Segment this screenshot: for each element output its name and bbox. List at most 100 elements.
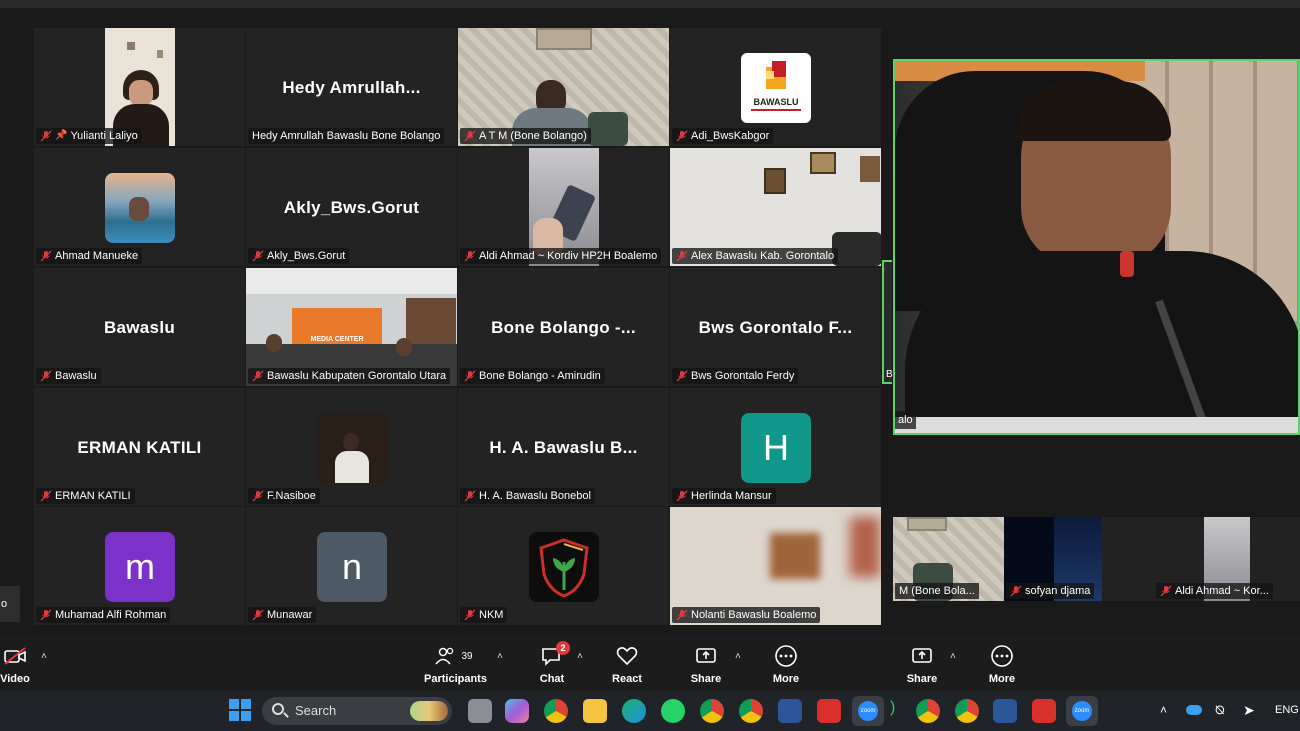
participant-tile[interactable]: Hedy Amrullah... Hedy Amrullah Bawaslu B… [246, 28, 457, 146]
share-button-secondary[interactable]: Share [904, 644, 940, 685]
windows-taskbar: Search zoom ) zoom ˄ ⦰ ➤ ENG [0, 691, 1300, 731]
more-button[interactable]: More [770, 644, 802, 685]
taskbar-search-input[interactable]: Search [262, 697, 452, 725]
muted-mic-icon [464, 609, 476, 621]
chat-caret-icon[interactable]: ˄ [577, 651, 583, 662]
strip-name: sofyan djama [1025, 585, 1091, 597]
participant-name: Herlinda Mansur [691, 490, 772, 502]
copilot-icon[interactable] [505, 699, 529, 723]
share-label-secondary: Share [906, 673, 938, 685]
participant-name-tag: Hedy Amrullah Bawaslu Bone Bolango [248, 128, 445, 144]
muted-mic-icon [252, 490, 264, 502]
chevron-icon[interactable]: ) [890, 699, 898, 723]
zoom-taskbar-button[interactable]: zoom [852, 696, 884, 726]
share-caret-icon-secondary[interactable]: ˄ [950, 651, 956, 662]
heart-icon [610, 644, 644, 668]
video-options-caret-icon[interactable]: ˄ [41, 651, 47, 662]
participant-name-tag: Bawaslu [36, 368, 101, 384]
task-view-icon[interactable] [468, 699, 492, 723]
chrome-profile-icon[interactable] [955, 699, 979, 723]
participant-tile[interactable]: NKM [458, 507, 669, 625]
acrobat-icon[interactable] [1032, 699, 1056, 723]
participant-tile[interactable]: 📌 Yulianti Laliyo [34, 28, 245, 146]
react-button[interactable]: React [610, 644, 644, 685]
word-icon[interactable] [993, 699, 1017, 723]
participant-name: NKM [479, 609, 504, 621]
participants-label: Participants [424, 673, 487, 685]
participant-tile[interactable]: H Herlinda Mansur [670, 388, 881, 506]
strip-tile[interactable]: M (Bone Bola... [893, 517, 1004, 601]
participant-tile[interactable]: n Munawar [246, 507, 457, 625]
share-label: Share [690, 673, 722, 685]
location-arrow-icon[interactable]: ➤ [1243, 702, 1255, 719]
participant-name: Muhamad Alfi Rohman [55, 609, 167, 621]
share-button[interactable]: Share [688, 644, 724, 685]
participant-avatar-photo [317, 413, 387, 483]
participant-tile[interactable]: m Muhamad Alfi Rohman [34, 507, 245, 625]
participant-name: Bawaslu [55, 370, 97, 382]
muted-mic-icon [464, 130, 476, 142]
gallery-view: 📌 Yulianti Laliyo Hedy Amrullah... Hedy … [0, 8, 893, 636]
zoom-taskbar-button[interactable]: zoom [1066, 696, 1098, 726]
video-off-icon [0, 644, 30, 668]
more-label-secondary: More [988, 673, 1016, 685]
more-button-secondary[interactable]: More [986, 644, 1018, 685]
participants-button[interactable]: 39 Participants [424, 644, 487, 685]
chat-button[interactable]: 2 Chat [536, 641, 570, 685]
strip-name-tag: M (Bone Bola... [895, 583, 979, 599]
participant-initial-avatar: n [317, 532, 387, 602]
chrome-icon[interactable] [544, 699, 568, 723]
participant-tile[interactable]: BAWASLU Adi_BwsKabgor [670, 28, 881, 146]
muted-mic-icon [676, 130, 688, 142]
participant-tile[interactable]: Bws Gorontalo F... Bws Gorontalo Ferdy [670, 268, 881, 386]
participant-tile[interactable]: Alex Bawaslu Kab. Gorontalo [670, 148, 881, 266]
participant-name: A T M (Bone Bolango) [479, 130, 587, 142]
file-explorer-icon[interactable] [583, 699, 607, 723]
participant-name: Bws Gorontalo Ferdy [691, 370, 795, 382]
participant-tile[interactable]: Nolanti Bawaslu Boalemo [670, 507, 881, 625]
participant-name: Alex Bawaslu Kab. Gorontalo [691, 250, 835, 262]
muted-mic-icon [676, 490, 688, 502]
windows-start-icon[interactable] [229, 699, 251, 721]
chrome-profile-icon[interactable] [916, 699, 940, 723]
participant-tile[interactable]: Aldi Ahmad ~ Kordiv HP2H Boalemo [458, 148, 669, 266]
active-speaker-video[interactable]: alo [893, 59, 1300, 435]
muted-mic-icon [40, 250, 52, 262]
participant-name: Akly_Bws.Gorut [267, 250, 346, 262]
participant-tile[interactable]: Bone Bolango -... Bone Bolango - Amirudi… [458, 268, 669, 386]
tray-chevron-up-icon[interactable]: ˄ [1160, 703, 1167, 717]
more-icon [986, 644, 1018, 668]
participant-tile[interactable]: A T M (Bone Bolango) [458, 28, 669, 146]
strip-tile[interactable]: Aldi Ahmad ~ Kor... [1102, 517, 1300, 601]
chrome-profile-icon[interactable] [739, 699, 763, 723]
participant-name: F.Nasiboe [267, 490, 316, 502]
network-muted-icon[interactable]: ⦰ [1215, 703, 1225, 718]
edge-icon[interactable] [622, 699, 646, 723]
language-indicator[interactable]: ENG [1275, 704, 1299, 716]
strip-tile[interactable]: sofyan djama [1004, 517, 1102, 601]
word-icon[interactable] [778, 699, 802, 723]
meeting-toolbar: Video ˄ 39 Participants ˄ 2 Chat ˄ React… [0, 636, 1300, 691]
whatsapp-icon[interactable] [661, 699, 685, 723]
participants-count: 39 [461, 650, 473, 662]
participant-name: Hedy Amrullah Bawaslu Bone Bolango [252, 130, 441, 142]
participant-tile[interactable]: F.Nasiboe [246, 388, 457, 506]
participant-tile[interactable]: Akly_Bws.Gorut Akly_Bws.Gorut [246, 148, 457, 266]
acrobat-icon[interactable] [817, 699, 841, 723]
onedrive-icon[interactable] [1186, 705, 1202, 715]
video-button[interactable]: Video [0, 644, 30, 685]
participant-tile[interactable]: H. A. Bawaslu B... H. A. Bawaslu Bonebol [458, 388, 669, 506]
participant-name-tag: Akly_Bws.Gorut [248, 248, 350, 264]
participant-name: Yulianti Laliyo [70, 130, 138, 142]
participant-tile[interactable]: ERMAN KATILI ERMAN KATILI [34, 388, 245, 506]
share-caret-icon[interactable]: ˄ [735, 651, 741, 662]
participant-name-tag: A T M (Bone Bolango) [460, 128, 591, 144]
chat-label: Chat [539, 673, 565, 685]
search-icon-handle [283, 712, 289, 718]
participant-tile[interactable]: Bawaslu Bawaslu [34, 268, 245, 386]
participants-caret-icon[interactable]: ˄ [497, 651, 503, 662]
chrome-profile-icon[interactable] [700, 699, 724, 723]
participant-name: ERMAN KATILI [55, 490, 131, 502]
participant-tile[interactable]: MEDIA CENTER Bawaslu Kabupaten Gorontalo… [246, 268, 457, 386]
participant-tile[interactable]: Ahmad Manueke [34, 148, 245, 266]
